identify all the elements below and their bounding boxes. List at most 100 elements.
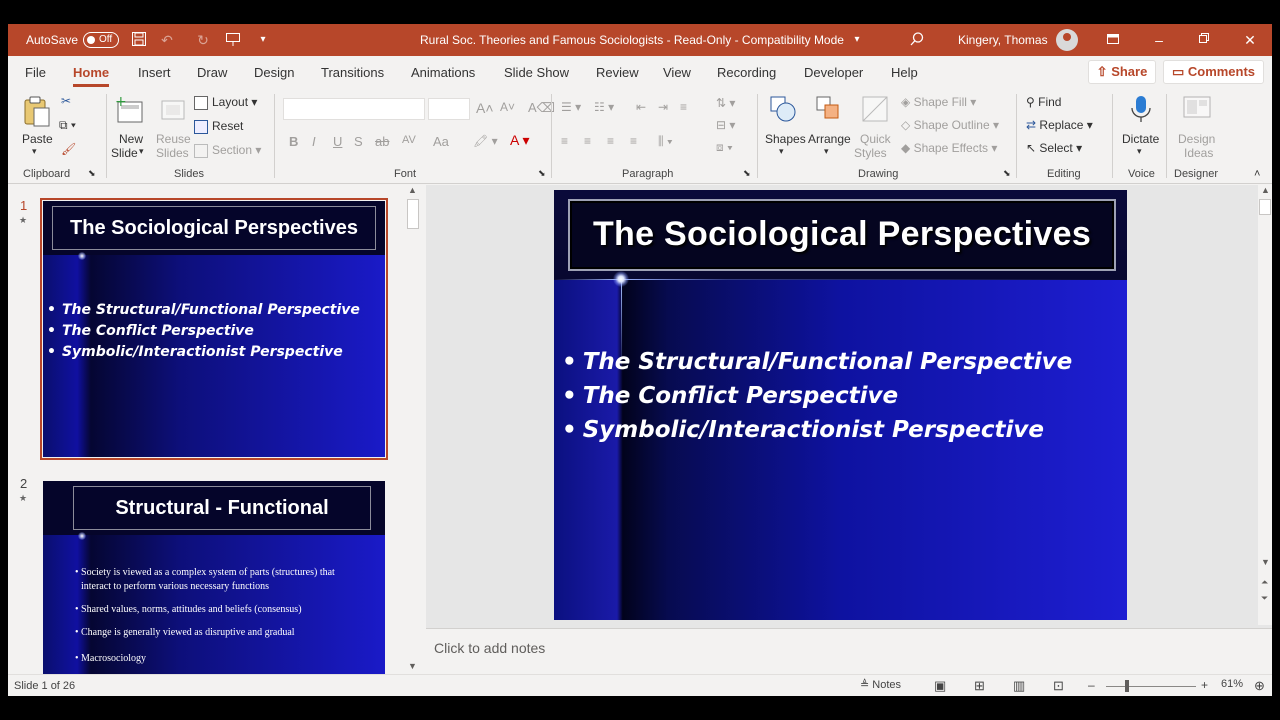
close-icon[interactable]: ✕ <box>1241 31 1259 49</box>
editing-group-label: Editing <box>1047 168 1081 180</box>
char-spacing-button: AV <box>402 134 416 146</box>
collapse-ribbon-icon[interactable]: ˄ <box>1254 168 1260 180</box>
drawing-launcher-icon[interactable]: ⬊ <box>1003 168 1011 179</box>
reuse-slides-label-2: Slides <box>156 146 189 160</box>
tab-insert[interactable]: Insert <box>138 65 171 80</box>
notes-placeholder[interactable]: Click to add notes <box>434 640 545 656</box>
scroll-up-icon[interactable]: ▲ <box>1261 185 1270 195</box>
tab-view[interactable]: View <box>663 65 691 80</box>
slide-show-icon[interactable]: ⊡ <box>1053 678 1064 694</box>
normal-view-icon[interactable]: ▣ <box>934 678 946 694</box>
zoom-slider[interactable] <box>1106 686 1196 687</box>
tab-file[interactable]: File <box>25 65 46 80</box>
tab-review[interactable]: Review <box>596 65 639 80</box>
paste-dropdown-icon[interactable]: ▾ <box>32 146 37 157</box>
redo-icon[interactable]: ↻ <box>194 31 212 49</box>
tab-slide-show[interactable]: Slide Show <box>504 65 569 80</box>
copy-icon[interactable]: ⧉ ▾ <box>59 118 76 133</box>
slide-bullets[interactable]: The Structural/Functional Perspective Th… <box>562 345 1073 447</box>
zoom-in-icon[interactable]: + <box>1201 678 1208 692</box>
scroll-thumb[interactable] <box>407 199 419 229</box>
slide-title-placeholder[interactable]: The Sociological Perspectives <box>568 199 1116 271</box>
find-button[interactable]: ⚲ Find <box>1026 95 1061 109</box>
thumbnail-body: • Society is viewed as a complex system … <box>75 566 335 666</box>
thumbnail-line: • Change is generally viewed as disrupti… <box>75 627 295 638</box>
restore-icon[interactable] <box>1195 31 1213 49</box>
notes-button[interactable]: ≜ Notes <box>860 678 901 691</box>
tab-design[interactable]: Design <box>254 65 294 80</box>
avatar[interactable] <box>1056 29 1078 51</box>
dictate-label[interactable]: Dictate <box>1122 132 1159 146</box>
zoom-slider-thumb[interactable] <box>1125 680 1129 692</box>
thumbnail-scrollbar[interactable]: ▲ ▼ <box>406 185 420 674</box>
scroll-down-icon[interactable]: ▼ <box>1261 557 1270 567</box>
font-size-box[interactable] <box>428 98 470 120</box>
zoom-level[interactable]: 61% <box>1221 678 1243 690</box>
current-slide[interactable]: The Sociological Perspectives The Struct… <box>554 190 1127 620</box>
font-color-icon[interactable]: A ▾ <box>510 132 529 149</box>
arrange-label[interactable]: Arrange <box>808 132 851 146</box>
zoom-out-icon[interactable]: – <box>1088 678 1095 692</box>
user-name[interactable]: Kingery, Thomas <box>958 33 1048 47</box>
paragraph-launcher-icon[interactable]: ⬊ <box>743 168 751 179</box>
scroll-down-icon[interactable]: ▼ <box>408 661 417 671</box>
new-slide-label[interactable]: New <box>119 132 143 146</box>
tab-draw[interactable]: Draw <box>197 65 227 80</box>
replace-button[interactable]: ⇄ Replace ▾ <box>1026 118 1093 132</box>
next-slide-icon[interactable]: ⏷ <box>1261 593 1268 604</box>
tab-animations[interactable]: Animations <box>411 65 475 80</box>
clipboard-launcher-icon[interactable]: ⬊ <box>88 168 96 179</box>
customize-toolbar-icon[interactable]: ▾ <box>254 31 272 49</box>
font-launcher-icon[interactable]: ⬊ <box>538 168 546 179</box>
microphone-icon[interactable] <box>1126 94 1156 124</box>
new-slide-label-2[interactable]: Slide <box>111 146 138 160</box>
new-slide-icon[interactable]: + <box>115 94 145 126</box>
new-slide-dropdown-icon[interactable]: ▾ <box>139 146 144 157</box>
shapes-icon[interactable] <box>768 94 798 124</box>
ribbon-display-options-icon[interactable] <box>1104 31 1122 49</box>
format-painter-icon[interactable]: 🖌 <box>61 142 76 156</box>
thumbnail-title: Structural - Functional <box>115 497 329 519</box>
undo-icon[interactable]: ↶ <box>158 31 176 49</box>
slide-thumbnail-2[interactable]: Structural - Functional • Society is vie… <box>43 481 385 674</box>
save-icon[interactable] <box>130 31 148 49</box>
comments-button[interactable]: ▭ Comments <box>1163 60 1264 84</box>
notes-pane[interactable]: Click to add notes <box>426 628 1272 674</box>
reset-button[interactable]: Reset <box>194 119 243 134</box>
paragraph-group-label: Paragraph <box>622 168 674 180</box>
clipboard-group-label: Clipboard <box>23 168 71 180</box>
tab-help[interactable]: Help <box>891 65 918 80</box>
autosave-toggle[interactable]: Off <box>83 32 119 48</box>
layout-button[interactable]: Layout ▾ <box>194 95 257 110</box>
scroll-up-icon[interactable]: ▲ <box>408 185 417 195</box>
find-label: Find <box>1038 95 1062 109</box>
drawing-group-label: Drawing <box>858 168 899 180</box>
highlight-icon: 🖍 ▾ <box>473 134 498 148</box>
font-name-box[interactable] <box>283 98 425 120</box>
editor-scrollbar[interactable]: ▲ ▼ ⏶ ⏷ <box>1258 185 1272 625</box>
fit-to-window-icon[interactable]: ⊕ <box>1254 678 1265 694</box>
present-from-beginning-icon[interactable] <box>224 31 242 49</box>
minimize-icon[interactable]: – <box>1150 31 1168 49</box>
paste-icon[interactable] <box>22 96 52 127</box>
tab-recording[interactable]: Recording <box>717 65 776 80</box>
paste-label[interactable]: Paste <box>22 132 53 146</box>
tab-home[interactable]: Home <box>73 65 110 87</box>
cut-icon[interactable]: ✂ <box>61 94 71 108</box>
tab-transitions[interactable]: Transitions <box>321 65 384 80</box>
select-button[interactable]: ↖ Select ▾ <box>1026 141 1082 155</box>
search-icon[interactable] <box>908 31 926 49</box>
tab-developer[interactable]: Developer <box>804 65 863 80</box>
reading-view-icon[interactable]: ▥ <box>1013 678 1025 694</box>
shapes-label[interactable]: Shapes <box>765 132 806 146</box>
share-button[interactable]: ⇧ Share <box>1088 60 1156 84</box>
previous-slide-icon[interactable]: ⏶ <box>1261 577 1268 588</box>
slide-thumbnail-1[interactable]: The Sociological Perspectives The Struct… <box>40 198 388 460</box>
shapes-dropdown-icon[interactable]: ▾ <box>779 146 784 157</box>
arrange-dropdown-icon[interactable]: ▾ <box>824 146 829 157</box>
title-dropdown-icon[interactable]: ▾ <box>848 31 866 49</box>
dictate-dropdown-icon[interactable]: ▾ <box>1137 146 1142 157</box>
arrange-icon[interactable] <box>814 94 844 124</box>
slide-sorter-icon[interactable]: ⊞ <box>974 678 985 694</box>
scroll-thumb[interactable] <box>1259 199 1271 215</box>
